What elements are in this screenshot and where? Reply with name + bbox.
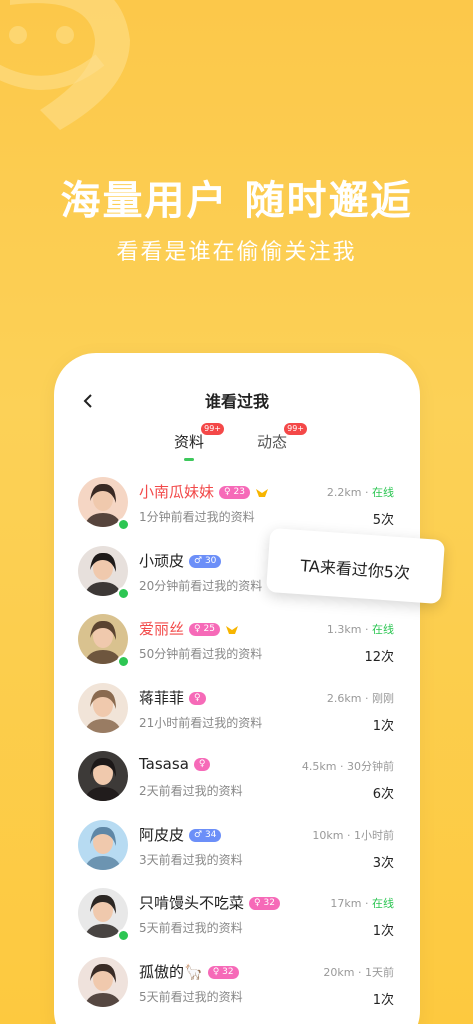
visit-description: 1分钟前看过我的资料 [139,510,255,524]
visitor-row[interactable]: 阿皮皮 ♂ 34 3天前看过我的资料 10km · 1小时前 3次 [54,816,420,884]
last-active-status: 在线 [372,897,394,910]
separator: · [336,760,347,773]
distance: 4.5km [301,760,337,773]
visitor-row[interactable]: 只啃馒头不吃菜 ♀ 32 5天前看过我的资料 17km · 在线 1次 [54,884,420,952]
visit-count: 6次 [372,787,394,802]
visitor-name: 孤傲的🦙 [139,962,203,981]
phone-screen: 谁看过我 资料 99+ 动态 99+ 小南瓜妹妹 ♀ 23 1分钟前看过我的资料 2.… [54,353,420,1024]
visitor-name-line: Tasasa ♀ [139,755,211,773]
tab-moments[interactable]: 动态 99+ [257,423,308,452]
female-age-badge: ♀ [189,691,206,705]
visit-count: 12次 [364,650,394,665]
distance-status: 20km · 1天前 [323,964,394,980]
separator: · [361,623,372,636]
visitor-row[interactable]: 小南瓜妹妹 ♀ 23 1分钟前看过我的资料 2.2km · 在线 5次 [54,473,420,541]
visitor-name-line: 爱丽丝 ♀ 25 [139,618,239,639]
visitor-name: 蒋菲菲 [139,688,185,707]
avatar[interactable] [78,682,128,733]
tab-profile-badge: 99+ [201,423,225,435]
online-indicator [117,518,130,531]
last-active-status: 在线 [372,486,394,499]
visit-count: 5次 [372,513,394,528]
visitor-name-line: 小南瓜妹妹 ♀ 23 [139,481,269,502]
visit-count: 3次 [372,855,394,871]
distance: 1.3km [326,623,362,636]
last-active-status: 1小时前 [354,828,394,842]
distance-status: 2.2km · 在线 [327,484,394,500]
female-age-badge: ♀ 32 [249,897,280,910]
distance: 20km [323,965,355,979]
avatar[interactable] [78,819,128,870]
vip-crown-icon [225,625,238,634]
visitor-name: 小南瓜妹妹 [139,483,215,501]
visitor-name-line: 孤傲的🦙 ♀ 32 [139,961,239,982]
online-indicator [117,586,130,600]
avatar[interactable] [78,956,128,1007]
visitor-row[interactable]: 孤傲的🦙 ♀ 32 5天前看过我的资料 20km · 1天前 1次 [54,953,420,1021]
visit-description: 2天前看过我的资料 [139,784,243,798]
visitor-row[interactable]: 爱丽丝 ♀ 25 50分钟前看过我的资料 1.3km · 在线 12次 [54,610,420,678]
tab-moments-label: 动态 [257,433,288,451]
tab-active-indicator [184,458,194,461]
tab-profile[interactable]: 资料 99+ [174,423,225,452]
distance: 2.6km [326,691,362,705]
visit-description: 3天前看过我的资料 [139,852,243,867]
visitor-name-line: 只啃馒头不吃菜 ♀ 32 [139,892,280,913]
separator: · [361,486,372,499]
female-age-badge: ♀ 25 [189,623,220,636]
distance: 2.2km [326,486,362,499]
separator: · [354,965,365,979]
female-age-badge: ♀ 23 [219,486,250,499]
logo-mark-icon [0,0,130,130]
online-indicator [117,929,130,942]
visit-description: 20分钟前看过我的资料 [139,578,263,593]
male-age-badge: ♂ 34 [189,828,222,842]
visitor-name-line: 阿皮皮 ♂ 34 [139,824,222,845]
tab-profile-label: 资料 [174,433,205,451]
visitor-name: Tasasa [139,755,189,773]
last-active-status: 1天前 [365,965,394,979]
page-title: 谁看过我 [204,392,269,411]
tooltip-text: TA来看过你5次 [299,556,411,583]
visit-description: 5天前看过我的资料 [139,921,243,935]
separator: · [361,897,372,910]
visitor-name: 小顽皮 [139,551,185,570]
vip-crown-icon [255,488,268,497]
distance-status: 17km · 在线 [330,895,394,911]
visitor-name: 阿皮皮 [139,825,185,844]
visitor-name-line: 蒋菲菲 ♀ [139,687,206,708]
tab-moments-badge: 99+ [284,423,308,435]
visit-description: 5天前看过我的资料 [139,989,243,1004]
last-active-status: 30分钟前 [347,760,394,773]
visit-count: 1次 [372,992,394,1008]
visitor-name-line: 小顽皮 ♂ 30 [139,550,222,571]
visit-description: 50分钟前看过我的资料 [139,647,263,661]
female-age-badge: ♀ [193,758,211,771]
distance: 17km [330,897,362,910]
visit-description: 21小时前看过我的资料 [139,715,263,730]
separator: · [343,828,354,842]
distance-status: 10km · 1小时前 [312,827,394,843]
last-active-status: 刚刚 [372,691,394,705]
female-age-badge: ♀ 32 [207,965,239,979]
distance-status: 2.6km · 刚刚 [327,690,394,706]
separator: · [361,691,372,705]
visit-count: 1次 [372,718,394,734]
avatar[interactable] [78,751,128,801]
hero-subtitle: 看看是谁在偷偷关注我 [116,240,357,265]
distance-status: 1.3km · 在线 [327,621,394,637]
hero-title: 海量用户 随时邂逅 [60,178,413,224]
visit-count: 1次 [372,924,394,939]
tab-bar: 资料 99+ 动态 99+ [54,423,420,461]
visitor-name: 爱丽丝 [139,620,185,638]
visitor-row[interactable]: 蒋菲菲 ♀ 21小时前看过我的资料 2.6km · 刚刚 1次 [54,679,420,747]
visitor-name: 只啃馒头不吃菜 [139,894,245,912]
visit-count-tooltip: TA来看过你5次 [265,527,446,605]
male-age-badge: ♂ 30 [189,554,222,568]
last-active-status: 在线 [372,623,394,636]
distance: 10km [312,828,344,842]
visitor-row[interactable]: Tasasa ♀ 2天前看过我的资料 4.5km · 30分钟前 6次 [54,747,420,815]
distance-status: 4.5km · 30分钟前 [302,758,394,774]
online-indicator [117,655,130,668]
